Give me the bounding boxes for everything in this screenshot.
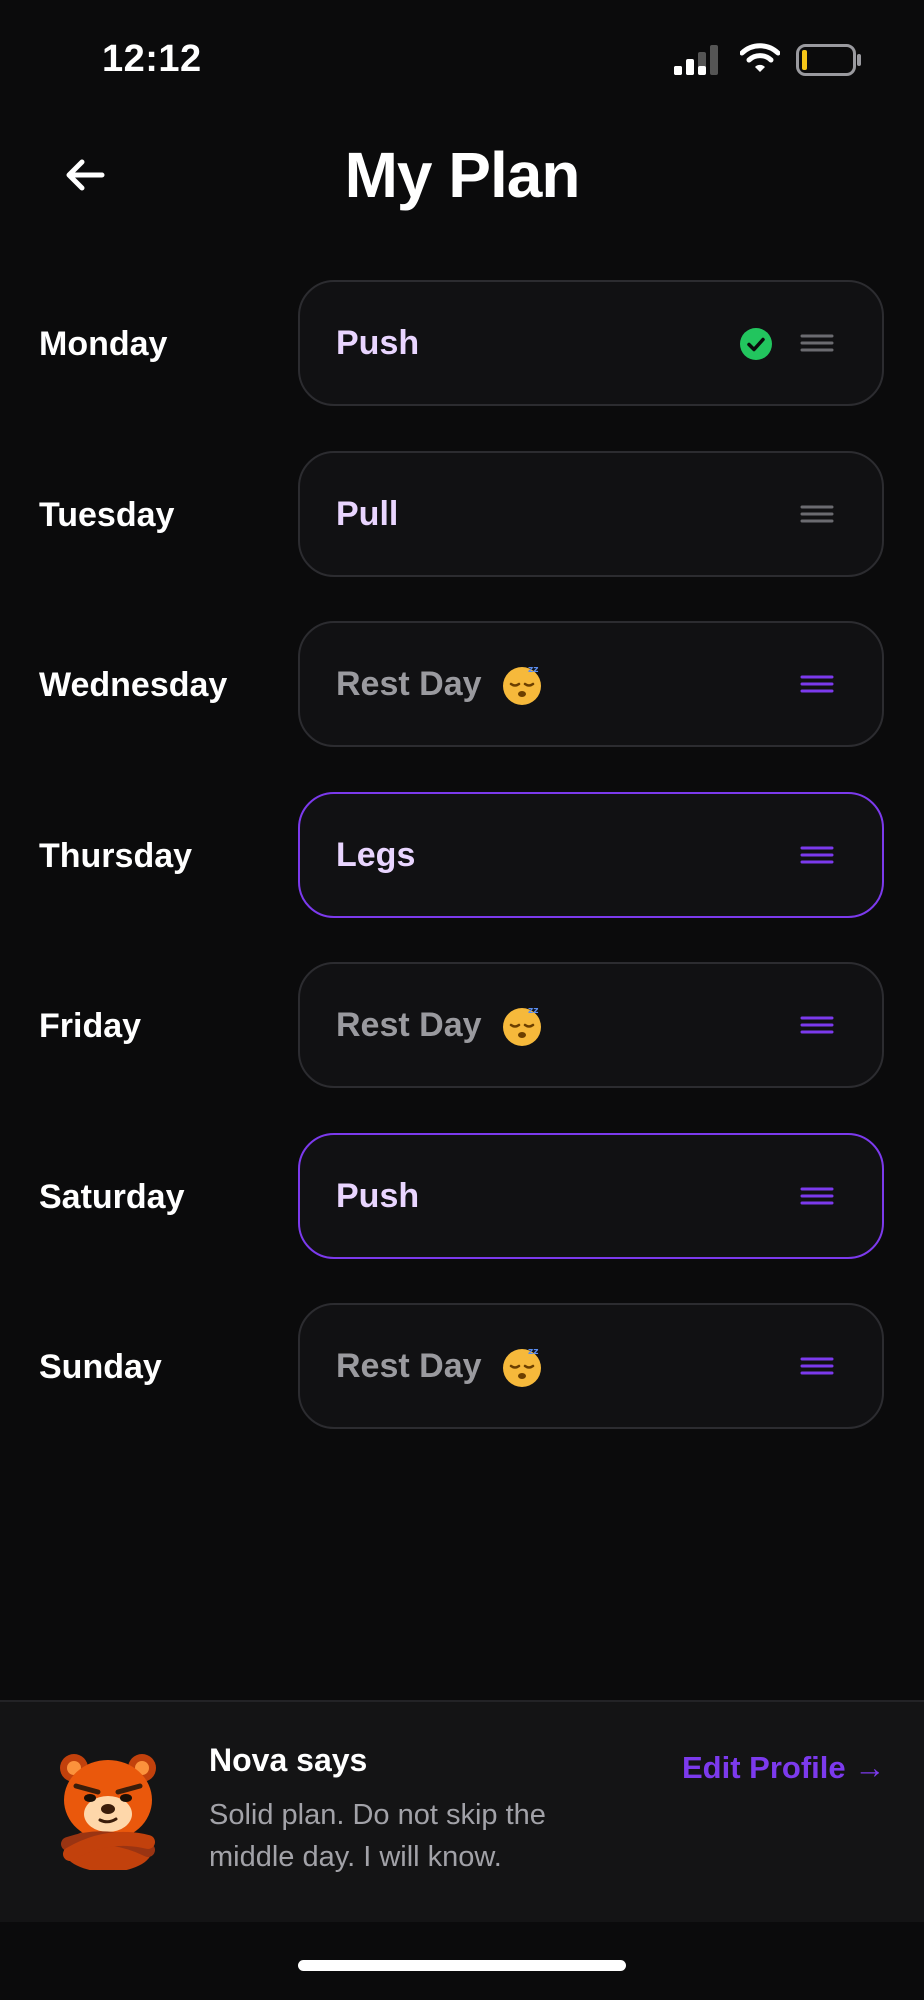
check-circle-icon bbox=[740, 328, 772, 360]
status-bar: 12:12 bbox=[0, 0, 924, 120]
svg-text:zz: zz bbox=[528, 1006, 538, 1016]
workout-card-sunday[interactable]: Rest Day zz bbox=[298, 1303, 884, 1429]
day-label: Friday bbox=[39, 1007, 142, 1045]
coach-title: Nova says bbox=[209, 1742, 368, 1778]
day-label: Saturday bbox=[39, 1178, 185, 1216]
bear-mascot-avatar bbox=[60, 1754, 156, 1870]
day-label: Thursday bbox=[39, 837, 193, 875]
workout-card-friday[interactable]: Rest Day zz bbox=[298, 962, 884, 1088]
drag-handle-icon[interactable] bbox=[800, 1179, 834, 1213]
workout-label: Push bbox=[336, 324, 420, 362]
drag-handle-icon[interactable] bbox=[800, 497, 834, 531]
workout-card-wednesday[interactable]: Rest Day zz bbox=[298, 621, 884, 747]
day-label: Wednesday bbox=[39, 666, 228, 704]
workout-card-tuesday[interactable]: Pull bbox=[298, 451, 884, 577]
sleeping-face-emoji-icon: zz bbox=[503, 665, 541, 705]
workout-label: Rest Day bbox=[336, 1006, 482, 1044]
day-label: Monday bbox=[39, 325, 168, 363]
workout-label: Push bbox=[336, 1177, 420, 1215]
drag-handle-icon[interactable] bbox=[800, 667, 834, 701]
workout-label: Legs bbox=[336, 836, 416, 874]
cellular-signal-icon bbox=[674, 45, 718, 75]
plan-row-monday: Monday Push bbox=[0, 280, 924, 408]
svg-text:zz: zz bbox=[528, 665, 538, 675]
page-title: My Plan bbox=[344, 139, 581, 211]
svg-text:zz: zz bbox=[528, 1347, 538, 1357]
battery-low-icon bbox=[796, 44, 861, 76]
plan-row-thursday: Thursday Legs bbox=[0, 792, 924, 920]
workout-card-thursday[interactable]: Legs bbox=[298, 792, 884, 918]
sleeping-face-emoji-icon: zz bbox=[503, 1006, 541, 1046]
day-label: Sunday bbox=[39, 1348, 162, 1386]
home-indicator[interactable] bbox=[298, 1960, 626, 1971]
edit-profile-link[interactable]: Edit Profile → bbox=[682, 1750, 885, 1786]
plan-row-saturday: Saturday Push bbox=[0, 1133, 924, 1261]
coach-message: Solid plan. Do not skip the middle day. … bbox=[209, 1799, 546, 1873]
status-time: 12:12 bbox=[102, 38, 202, 80]
day-label: Tuesday bbox=[39, 496, 175, 534]
drag-handle-icon[interactable] bbox=[800, 1008, 834, 1042]
plan-row-tuesday: Tuesday Pull bbox=[0, 451, 924, 579]
workout-label: Pull bbox=[336, 495, 399, 533]
drag-handle-icon[interactable] bbox=[800, 1349, 834, 1383]
wifi-icon bbox=[740, 43, 780, 72]
drag-handle-icon[interactable] bbox=[800, 326, 834, 360]
plan-row-wednesday: Wednesday Rest Day zz bbox=[0, 621, 924, 749]
drag-handle-icon[interactable] bbox=[800, 838, 834, 872]
workout-card-saturday[interactable]: Push bbox=[298, 1133, 884, 1259]
workout-card-monday[interactable]: Push bbox=[298, 280, 884, 406]
sleeping-face-emoji-icon: zz bbox=[503, 1347, 541, 1387]
plan-row-sunday: Sunday Rest Day zz bbox=[0, 1303, 924, 1431]
workout-label: Rest Day bbox=[336, 665, 482, 703]
workout-label: Rest Day bbox=[336, 1347, 482, 1385]
plan-row-friday: Friday Rest Day zz bbox=[0, 962, 924, 1090]
nova-coach-panel: Nova says Solid plan. Do not skip the mi… bbox=[0, 1700, 924, 1922]
